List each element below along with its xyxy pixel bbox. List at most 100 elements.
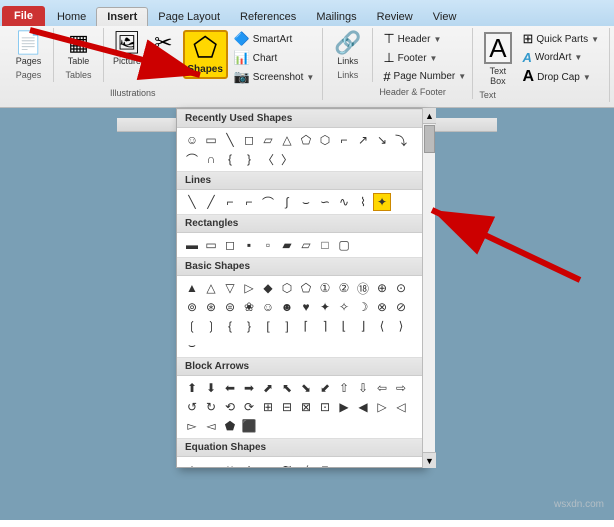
- shape-item[interactable]: ╱: [202, 193, 220, 211]
- shape-item[interactable]: ⊞: [259, 398, 277, 416]
- shape-item[interactable]: ∩: [202, 150, 220, 168]
- shape-item[interactable]: ⊡: [316, 398, 334, 416]
- shape-item[interactable]: ⌈: [297, 317, 315, 335]
- shape-item[interactable]: ↻: [202, 398, 220, 416]
- shape-item[interactable]: =: [259, 460, 277, 468]
- shape-item[interactable]: ✧: [335, 298, 353, 316]
- shape-item[interactable]: ⬊: [297, 379, 315, 397]
- shape-item[interactable]: ◁: [392, 398, 410, 416]
- shape-item[interactable]: ⌒: [259, 193, 277, 211]
- shape-item[interactable]: ▷: [240, 279, 258, 297]
- shape-item[interactable]: ⟩: [392, 317, 410, 335]
- links-button[interactable]: 🔗 Links: [330, 30, 366, 68]
- shape-item[interactable]: ⌋: [354, 317, 372, 335]
- shape-item[interactable]: ◻: [240, 131, 258, 149]
- shape-item[interactable]: ∽: [316, 193, 334, 211]
- tab-home[interactable]: Home: [47, 8, 96, 26]
- shape-item[interactable]: ↘: [373, 131, 391, 149]
- scroll-down-button[interactable]: ▼: [423, 452, 436, 468]
- shape-item[interactable]: ⊠: [297, 398, 315, 416]
- shape-item[interactable]: ≠: [297, 460, 315, 468]
- shape-item[interactable]: ◆: [259, 279, 277, 297]
- table-button[interactable]: ▦ Table: [61, 30, 97, 68]
- shape-item[interactable]: ⌣: [183, 336, 201, 354]
- drop-cap-button[interactable]: A Drop Cap ▼: [519, 67, 604, 87]
- scroll-up-button[interactable]: ▲: [423, 108, 436, 124]
- shape-item[interactable]: ◀: [354, 398, 372, 416]
- shape-item[interactable]: ▻: [183, 417, 201, 435]
- tab-file[interactable]: File: [2, 6, 45, 26]
- tab-page-layout[interactable]: Page Layout: [148, 8, 230, 26]
- shape-item[interactable]: ≅: [278, 460, 296, 468]
- shape-item[interactable]: {: [221, 150, 239, 168]
- shape-item[interactable]: □: [316, 236, 334, 254]
- shape-item[interactable]: ⬇: [202, 379, 220, 397]
- shape-item[interactable]: ☽: [354, 298, 372, 316]
- shape-item[interactable]: ⊗: [373, 298, 391, 316]
- screenshot-button[interactable]: 📷 Screenshot ▼: [230, 68, 319, 86]
- shape-item[interactable]: ⤵: [392, 131, 410, 149]
- tab-mailings[interactable]: Mailings: [306, 8, 366, 26]
- shape-item[interactable]: ▷: [373, 398, 391, 416]
- shape-item[interactable]: ◻: [221, 236, 239, 254]
- shape-item[interactable]: }: [240, 150, 258, 168]
- shape-item[interactable]: ⬠: [297, 131, 315, 149]
- tab-references[interactable]: References: [230, 8, 306, 26]
- shape-item[interactable]: [: [259, 317, 277, 335]
- shape-item[interactable]: ⟳: [240, 398, 258, 416]
- shape-item[interactable]: ▱: [297, 236, 315, 254]
- shape-item[interactable]: ❲: [183, 317, 201, 335]
- shape-item[interactable]: ⬟: [221, 417, 239, 435]
- shape-item[interactable]: ▭: [202, 236, 220, 254]
- shape-item[interactable]: ⬆: [183, 379, 201, 397]
- shape-item[interactable]: ❀: [240, 298, 258, 316]
- smart-art-button[interactable]: 🔷 SmartArt: [230, 30, 319, 48]
- shape-item[interactable]: ]: [278, 317, 296, 335]
- header-button[interactable]: ⊤ Header ▼: [379, 30, 466, 48]
- shape-item[interactable]: ▢: [335, 236, 353, 254]
- shape-item[interactable]: ⬈: [259, 379, 277, 397]
- shape-item[interactable]: ⊙: [392, 279, 410, 297]
- shape-item[interactable]: ×: [221, 460, 239, 468]
- shape-item[interactable]: }: [240, 317, 258, 335]
- dropdown-scrollbar[interactable]: ▲ ▼: [422, 108, 435, 468]
- tab-review[interactable]: Review: [367, 8, 423, 26]
- shape-item[interactable]: ∫: [278, 193, 296, 211]
- clip-art-button[interactable]: ✂ Clip Art: [146, 30, 181, 78]
- scroll-thumb[interactable]: [424, 125, 435, 153]
- shape-item[interactable]: ⌒: [183, 150, 201, 168]
- shape-item[interactable]: ⑱: [354, 279, 372, 297]
- shape-item[interactable]: ♥: [297, 298, 315, 316]
- shape-item[interactable]: ⟨: [373, 317, 391, 335]
- shape-item[interactable]: ➡: [240, 379, 258, 397]
- shape-item[interactable]: ⬋: [316, 379, 334, 397]
- shape-item[interactable]: ↺: [183, 398, 201, 416]
- shape-item[interactable]: ☺: [183, 131, 201, 149]
- shape-item[interactable]: ①: [316, 279, 334, 297]
- shape-item[interactable]: ②: [335, 279, 353, 297]
- shape-item[interactable]: ⌐: [240, 193, 258, 211]
- shape-item[interactable]: ⊚: [183, 298, 201, 316]
- shape-item[interactable]: ⊘: [392, 298, 410, 316]
- shape-item[interactable]: ▭: [202, 131, 220, 149]
- shape-item[interactable]: ⊛: [202, 298, 220, 316]
- shapes-dropdown[interactable]: Recently Used Shapes ☺ ▭ ╲ ◻ ▱ △ ⬠ ⬡ ⌐ ↗…: [176, 108, 424, 468]
- shape-item-highlighted[interactable]: ✦: [373, 193, 391, 211]
- shape-item[interactable]: ☺: [259, 298, 277, 316]
- shape-item[interactable]: ❳: [202, 317, 220, 335]
- shape-item[interactable]: ╲: [221, 131, 239, 149]
- shape-item[interactable]: −: [202, 460, 220, 468]
- shape-item[interactable]: ▰: [278, 236, 296, 254]
- text-box-button[interactable]: A Text Box: [479, 30, 516, 88]
- shape-item[interactable]: ⬡: [278, 279, 296, 297]
- shape-item[interactable]: ◅: [202, 417, 220, 435]
- shape-item[interactable]: ╲: [183, 193, 201, 211]
- shape-item[interactable]: ▽: [221, 279, 239, 297]
- shape-item[interactable]: ⌐: [221, 193, 239, 211]
- shape-item[interactable]: ⬉: [278, 379, 296, 397]
- page-number-button[interactable]: # Page Number ▼: [379, 68, 466, 85]
- shape-item[interactable]: ⌉: [316, 317, 334, 335]
- shape-item[interactable]: ⌊: [335, 317, 353, 335]
- chart-button[interactable]: 📊 Chart: [230, 49, 319, 67]
- shape-item[interactable]: ▲: [183, 279, 201, 297]
